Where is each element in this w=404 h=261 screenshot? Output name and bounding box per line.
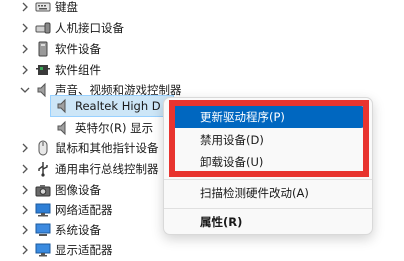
- keyboard-icon: [35, 0, 51, 15]
- tree-item-label: 通用串行总线控制器: [55, 162, 159, 176]
- menu-separator: [164, 179, 372, 180]
- annotation-highlight-box: [169, 100, 369, 177]
- system-device-icon: [35, 222, 51, 238]
- speaker-icon: [55, 98, 71, 114]
- chevron-right-icon[interactable]: [19, 224, 31, 236]
- chevron-right-icon[interactable]: [19, 43, 31, 55]
- tree-item-software-component[interactable]: 软件组件: [0, 59, 404, 81]
- hid-icon: [35, 20, 51, 36]
- software-device-icon: [35, 41, 51, 57]
- chevron-right-icon[interactable]: [19, 184, 31, 196]
- tree-item-label: 图像设备: [55, 183, 101, 197]
- network-icon: [35, 202, 51, 218]
- tree-item-label: 显示适配器: [55, 243, 113, 257]
- tree-item-keyboard[interactable]: 键盘: [0, 0, 404, 18]
- chevron-right-icon[interactable]: [19, 142, 31, 154]
- tree-item-label: 软件组件: [55, 63, 101, 77]
- chevron-right-icon[interactable]: [19, 244, 31, 256]
- chevron-right-icon[interactable]: [19, 22, 31, 34]
- tree-item-label: 网络适配器: [55, 203, 113, 217]
- chevron-right-icon[interactable]: [19, 204, 31, 216]
- tree-item-software-device[interactable]: 软件设备: [0, 38, 404, 60]
- mouse-icon: [35, 140, 51, 156]
- tree-item-label: 鼠标和其他指针设备: [55, 141, 159, 155]
- monitor-icon: [35, 242, 51, 258]
- menu-item-properties[interactable]: 属性(R): [171, 211, 365, 233]
- tree-item-display-adapters[interactable]: 显示适配器: [0, 239, 404, 261]
- tree-item-hid[interactable]: 人机接口设备: [0, 17, 404, 39]
- software-component-icon: [35, 62, 51, 78]
- tree-item-label: 键盘: [55, 0, 78, 14]
- tree-item-label: 系统设备: [55, 223, 101, 237]
- tree-item-label: 英特尔(R) 显示: [75, 121, 154, 135]
- usb-icon: [35, 161, 51, 177]
- chevron-right-icon[interactable]: [19, 163, 31, 175]
- chevron-right-icon[interactable]: [19, 64, 31, 76]
- tree-item-label: 软件设备: [55, 42, 101, 56]
- tree-item-label: 人机接口设备: [55, 21, 124, 35]
- tree-item-label: Realtek High D: [75, 99, 161, 113]
- camera-icon: [35, 182, 51, 198]
- menu-separator: [164, 208, 372, 209]
- menu-item-label: 属性(R): [200, 215, 243, 229]
- menu-item-label: 扫描检测硬件改动(A): [200, 186, 309, 200]
- chevron-right-icon[interactable]: [19, 1, 31, 13]
- speaker-icon: [55, 120, 71, 136]
- menu-item-scan-hardware[interactable]: 扫描检测硬件改动(A): [171, 182, 365, 204]
